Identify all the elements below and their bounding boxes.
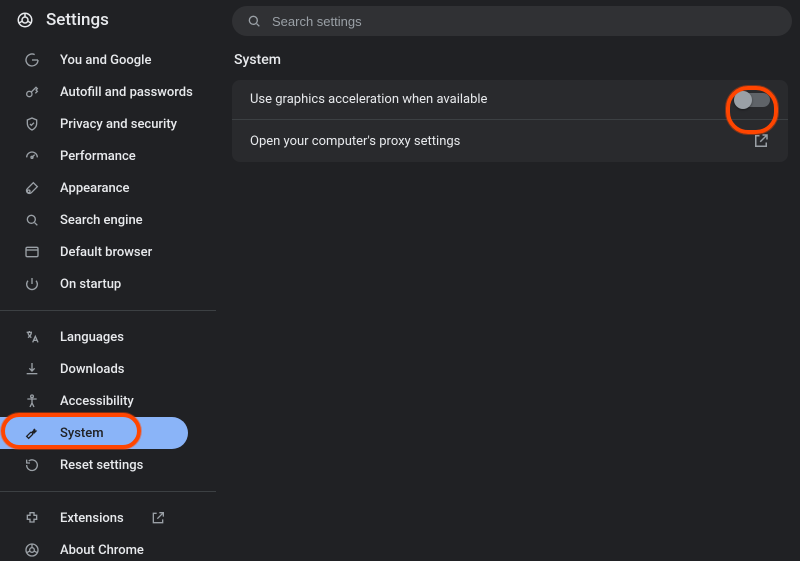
sidebar-item-label: Accessibility	[60, 394, 134, 409]
section-title: System	[232, 52, 792, 80]
reset-icon	[22, 457, 42, 473]
wrench-icon	[22, 425, 42, 441]
external-link-icon	[150, 510, 166, 526]
sidebar-item-label: Search engine	[60, 213, 143, 228]
page-title: Settings	[46, 10, 109, 30]
sidebar-item-label: About Chrome	[60, 543, 144, 558]
sidebar-item-label: On startup	[60, 277, 121, 292]
external-link-icon	[752, 132, 770, 150]
sidebar-item-performance[interactable]: Performance	[0, 140, 216, 172]
sidebar-item-label: Privacy and security	[60, 117, 177, 132]
sidebar-item-appearance[interactable]: Appearance	[0, 172, 216, 204]
accessibility-icon	[22, 393, 42, 409]
sidebar-item-label: Languages	[60, 330, 124, 345]
sidebar-item-reset[interactable]: Reset settings	[0, 449, 216, 481]
sidebar-item-system[interactable]: System	[0, 417, 188, 449]
chrome-logo-icon	[16, 11, 34, 29]
sidebar-nav: You and Google Autofill and passwords Pr…	[0, 38, 216, 561]
sidebar-item-about[interactable]: About Chrome	[0, 534, 216, 561]
browser-icon	[22, 244, 42, 260]
sidebar-item-accessibility[interactable]: Accessibility	[0, 385, 216, 417]
shield-icon	[22, 116, 42, 132]
sidebar-item-extensions[interactable]: Extensions	[0, 502, 216, 534]
row-label: Open your computer's proxy settings	[250, 134, 460, 149]
nav-separator	[0, 310, 216, 311]
download-icon	[22, 361, 42, 377]
speedometer-icon	[22, 148, 42, 164]
sidebar-item-label: Downloads	[60, 362, 124, 377]
sidebar-item-label: Extensions	[60, 511, 124, 526]
power-icon	[22, 276, 42, 292]
title-bar: Settings	[0, 0, 216, 38]
sidebar-item-label: Appearance	[60, 181, 129, 196]
paint-icon	[22, 180, 42, 196]
sidebar-item-label: Autofill and passwords	[60, 85, 193, 100]
sidebar-item-autofill[interactable]: Autofill and passwords	[0, 76, 216, 108]
search-icon	[246, 13, 262, 29]
row-graphics-acceleration[interactable]: Use graphics acceleration when available	[232, 80, 788, 119]
search-icon	[22, 212, 42, 228]
key-icon	[22, 84, 42, 100]
search-bar[interactable]	[232, 6, 792, 36]
sidebar-item-privacy[interactable]: Privacy and security	[0, 108, 216, 140]
google-g-icon	[22, 52, 42, 68]
sidebar-item-label: System	[60, 426, 104, 441]
graphics-acceleration-toggle[interactable]	[736, 93, 770, 107]
sidebar-item-label: Performance	[60, 149, 136, 164]
extension-icon	[22, 510, 42, 526]
sidebar-item-downloads[interactable]: Downloads	[0, 353, 216, 385]
sidebar-item-label: You and Google	[60, 53, 151, 68]
sidebar-item-label: Default browser	[60, 245, 152, 260]
sidebar-item-label: Reset settings	[60, 458, 143, 473]
sidebar-item-default-browser[interactable]: Default browser	[0, 236, 216, 268]
sidebar-item-you-and-google[interactable]: You and Google	[0, 44, 216, 76]
sidebar-item-on-startup[interactable]: On startup	[0, 268, 216, 300]
nav-separator	[0, 491, 216, 492]
system-settings-card: Use graphics acceleration when available…	[232, 80, 788, 162]
translate-icon	[22, 329, 42, 345]
sidebar-item-search-engine[interactable]: Search engine	[0, 204, 216, 236]
row-proxy-settings[interactable]: Open your computer's proxy settings	[232, 119, 788, 162]
search-input[interactable]	[272, 14, 778, 29]
row-label: Use graphics acceleration when available	[250, 92, 487, 107]
sidebar-item-languages[interactable]: Languages	[0, 321, 216, 353]
chrome-outline-icon	[22, 542, 42, 558]
